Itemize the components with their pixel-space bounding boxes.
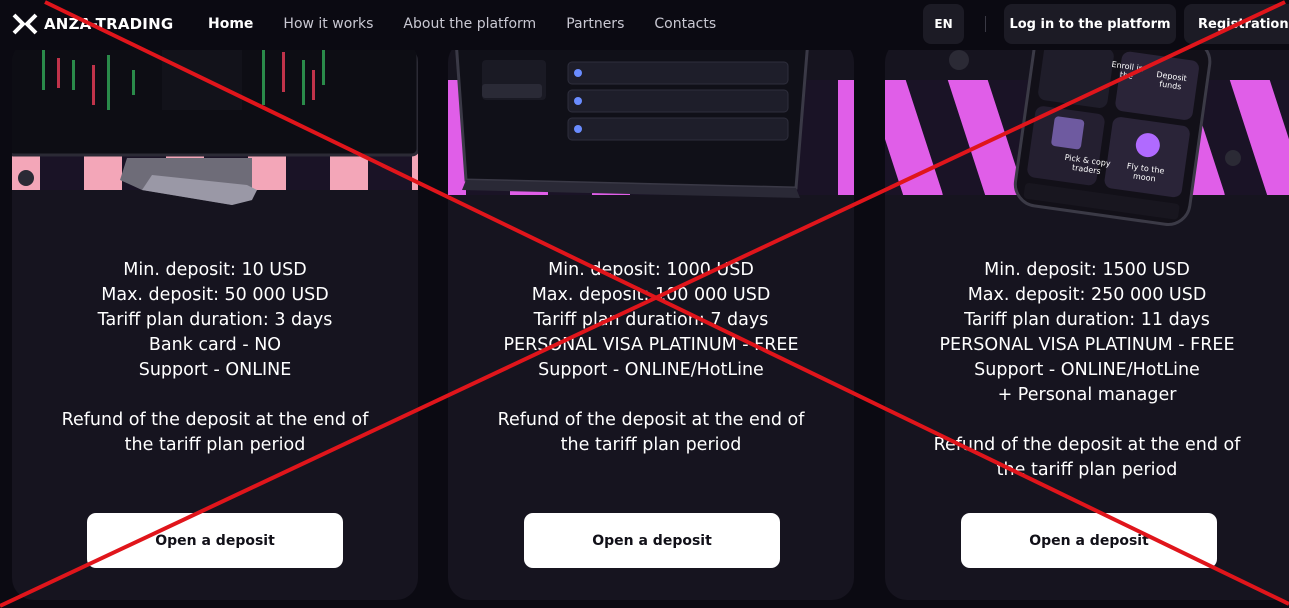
nav-about-platform[interactable]: About the platform: [403, 16, 536, 32]
logo[interactable]: ANZA-TRADING: [12, 11, 173, 37]
min-deposit: Min. deposit: 10 USD: [123, 260, 307, 280]
refund-text: the tariff plan period: [124, 435, 306, 455]
top-navigation-bar: ANZA-TRADING Home How it works About the…: [0, 0, 1289, 50]
open-deposit-button[interactable]: Open a deposit: [524, 513, 780, 568]
refund-text: Refund of the deposit at the end of: [497, 410, 805, 430]
open-deposit-button[interactable]: Open a deposit: [87, 513, 343, 568]
tariff-card-banner: [448, 40, 854, 230]
refund-text: Refund of the deposit at the end of: [61, 410, 369, 430]
logo-text: ANZA-TRADING: [44, 15, 174, 33]
plan-duration: Tariff plan duration: 7 days: [533, 310, 769, 330]
registration-button[interactable]: Registration: [1184, 4, 1289, 44]
nav-contacts[interactable]: Contacts: [654, 16, 716, 32]
support: Support - ONLINE/HotLine: [538, 360, 764, 380]
visa-card: PERSONAL VISA PLATINUM - FREE: [503, 335, 799, 355]
login-button[interactable]: Log in to the platform: [1004, 4, 1176, 44]
visa-card: PERSONAL VISA PLATINUM - FREE: [939, 335, 1235, 355]
plan-duration: Tariff plan duration: 3 days: [97, 310, 333, 330]
bank-card: Bank card - NO: [148, 335, 282, 355]
open-deposit-button[interactable]: Open a deposit: [961, 513, 1217, 568]
tariff-card-details: Min. deposit: 1000 USD Max. deposit: 100…: [448, 258, 854, 458]
max-deposit: Max. deposit: 100 000 USD: [531, 285, 771, 305]
tablet-image: [454, 40, 810, 198]
min-deposit: Min. deposit: 1000 USD: [548, 260, 754, 280]
support: Support - ONLINE: [138, 360, 292, 380]
tariff-card-2: Min. deposit: 1000 USD Max. deposit: 100…: [448, 40, 854, 600]
refund-text: Refund of the deposit at the end of: [933, 435, 1241, 455]
phone-image: [949, 40, 1241, 226]
tariff-card-details: Min. deposit: 1500 USD Max. deposit: 250…: [885, 258, 1289, 483]
max-deposit: Max. deposit: 50 000 USD: [101, 285, 329, 305]
tariff-card-1: Min. deposit: 10 USD Max. deposit: 50 00…: [12, 40, 418, 600]
tariff-card-details: Min. deposit: 10 USD Max. deposit: 50 00…: [12, 258, 418, 458]
header-divider: [985, 16, 986, 32]
refund-text: the tariff plan period: [560, 435, 742, 455]
personal-manager: + Personal manager: [997, 385, 1177, 405]
nav-how-it-works[interactable]: How it works: [283, 16, 373, 32]
nav-partners[interactable]: Partners: [566, 16, 624, 32]
nav-home[interactable]: Home: [208, 16, 253, 32]
tariff-card-3: Enroll in the Deposit funds Pick & copy …: [885, 40, 1289, 600]
tariff-card-banner: Enroll in the Deposit funds Pick & copy …: [885, 40, 1289, 230]
support: Support - ONLINE/HotLine: [974, 360, 1200, 380]
logo-icon: [12, 13, 38, 35]
min-deposit: Min. deposit: 1500 USD: [984, 260, 1190, 280]
plan-duration: Tariff plan duration: 11 days: [964, 310, 1210, 330]
language-selector[interactable]: EN: [923, 4, 964, 44]
monitor-image: [12, 40, 418, 205]
max-deposit: Max. deposit: 250 000 USD: [967, 285, 1207, 305]
tariff-card-banner: [12, 40, 418, 230]
main-nav: Home How it works About the platform Par…: [208, 16, 716, 32]
refund-text: the tariff plan period: [996, 460, 1178, 480]
